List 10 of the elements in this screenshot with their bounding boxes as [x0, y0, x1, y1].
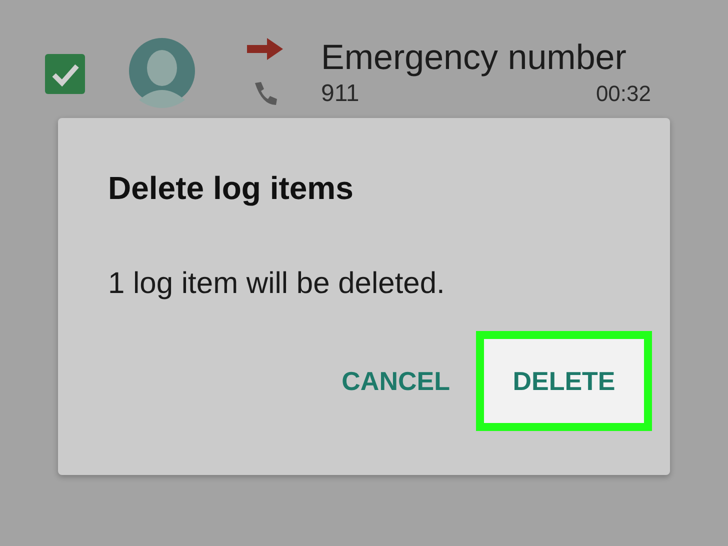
contact-name: Emergency number: [321, 37, 628, 79]
checkbox[interactable]: [45, 54, 85, 94]
dialog-button[interactable]: CANCEL: [342, 366, 450, 396]
call-duration: 00:32: [596, 81, 651, 107]
outgoing-arrow-icon: [247, 38, 283, 60]
phone-number: 911: [321, 80, 360, 108]
dialog-title: Delete log items: [108, 170, 354, 207]
phone-icon: [252, 80, 278, 106]
highlighted-button[interactable]: DELETE: [476, 331, 652, 431]
dialog-message: 1 log item will be deleted.: [108, 267, 446, 301]
